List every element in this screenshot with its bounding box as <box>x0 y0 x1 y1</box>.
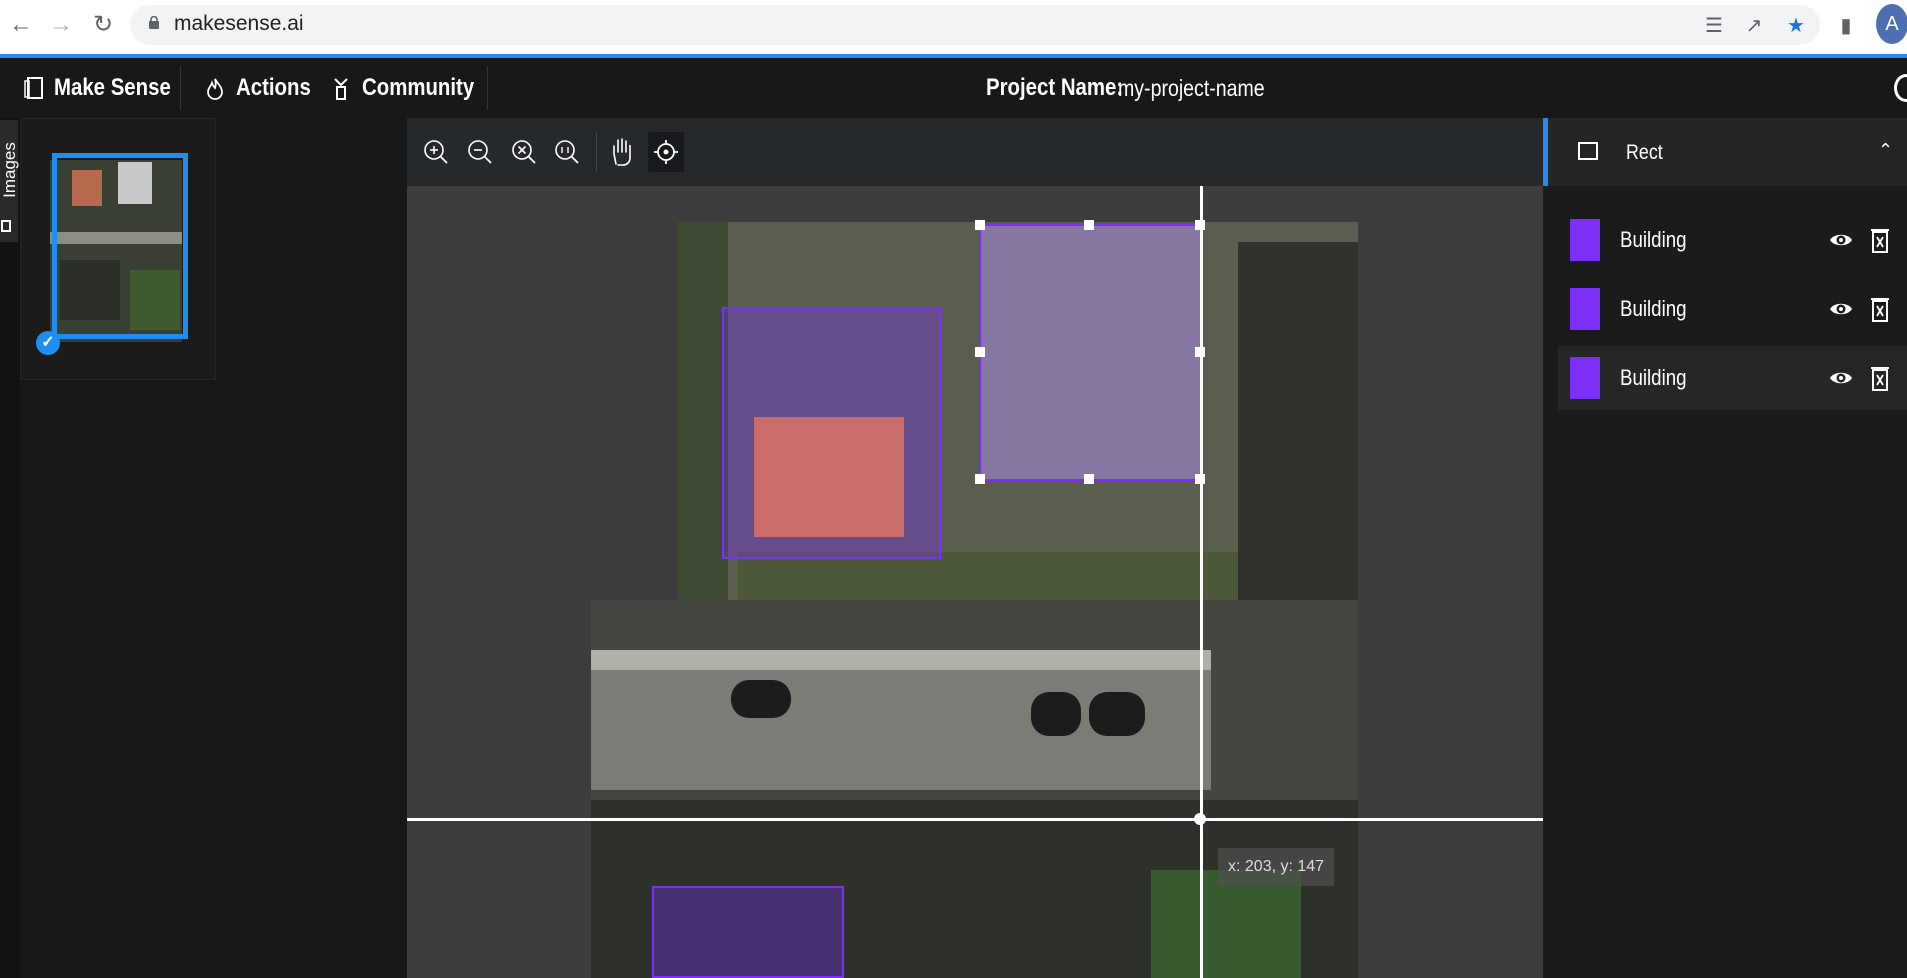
rect-section-title: Rect <box>1626 141 1663 164</box>
crosshair-vertical-line <box>1200 186 1203 978</box>
label-color-swatch <box>1570 357 1600 399</box>
zoom-out-icon[interactable] <box>462 132 498 172</box>
back-icon[interactable]: ← <box>6 10 36 40</box>
check-icon: ✓ <box>36 331 60 355</box>
translate-icon[interactable]: ☰ <box>1700 12 1728 40</box>
label-name[interactable]: Building <box>1620 296 1687 322</box>
logo-icon <box>24 77 43 99</box>
label-name[interactable]: Building <box>1620 227 1687 253</box>
resize-handle[interactable] <box>975 220 985 230</box>
rectangle-icon <box>1578 142 1598 160</box>
thumbnail-selected-border <box>52 153 188 339</box>
crosshair-icon[interactable] <box>648 132 684 172</box>
star-icon[interactable]: ★ <box>1782 12 1810 40</box>
project-name-label: Project Name: <box>986 74 1124 101</box>
toolbar-divider <box>596 132 597 172</box>
pan-hand-icon[interactable] <box>604 132 640 172</box>
label-color-swatch <box>1570 288 1600 330</box>
forward-icon[interactable]: → <box>46 10 76 40</box>
label-row[interactable]: Building <box>1558 277 1907 341</box>
bounding-box[interactable] <box>722 307 941 559</box>
community-icon <box>334 78 348 100</box>
delete-icon[interactable] <box>1870 226 1890 254</box>
left-rail <box>0 118 20 978</box>
avatar[interactable]: A <box>1876 4 1907 44</box>
delete-icon[interactable] <box>1870 295 1890 323</box>
image-icon <box>1 220 11 232</box>
bounding-box-selected[interactable] <box>979 224 1202 481</box>
eye-icon[interactable] <box>1828 366 1854 390</box>
zoom-actual-icon[interactable] <box>549 132 585 172</box>
crosshair-horizontal-line <box>407 818 1543 821</box>
brand-name[interactable]: Make Sense <box>54 74 171 102</box>
url-text[interactable]: makesense.ai <box>174 12 304 36</box>
resize-handle[interactable] <box>975 474 985 484</box>
eye-icon[interactable] <box>1828 228 1854 252</box>
images-tab-label: Images <box>0 142 19 198</box>
bounding-box[interactable] <box>652 886 844 978</box>
cursor-point <box>1194 813 1206 825</box>
nav-actions[interactable]: Actions <box>236 74 311 102</box>
fire-icon <box>207 78 223 100</box>
sidepanel-icon[interactable]: ▮ <box>1832 12 1860 40</box>
label-row-selected[interactable]: Building <box>1558 346 1907 410</box>
nav-divider <box>180 66 181 110</box>
eye-icon[interactable] <box>1828 297 1854 321</box>
lock-icon <box>149 16 159 29</box>
label-row[interactable]: Building <box>1558 208 1907 272</box>
resize-handle[interactable] <box>975 347 985 357</box>
delete-icon[interactable] <box>1870 364 1890 392</box>
share-icon[interactable]: ↗ <box>1740 12 1768 40</box>
nav-community[interactable]: Community <box>362 74 474 102</box>
label-color-swatch <box>1570 219 1600 261</box>
zoom-fit-icon[interactable] <box>506 132 542 172</box>
reload-icon[interactable]: ↻ <box>88 10 118 40</box>
project-name-input[interactable]: my-project-name <box>1118 75 1265 102</box>
nav-divider <box>487 66 488 110</box>
chevron-up-icon[interactable]: ⌃ <box>1878 140 1893 161</box>
cursor-coordinates: x: 203, y: 147 <box>1218 848 1335 886</box>
zoom-in-icon[interactable] <box>418 132 454 172</box>
resize-handle[interactable] <box>1084 474 1094 484</box>
label-name[interactable]: Building <box>1620 365 1687 391</box>
address-bar[interactable] <box>130 5 1820 45</box>
resize-handle[interactable] <box>1084 220 1094 230</box>
